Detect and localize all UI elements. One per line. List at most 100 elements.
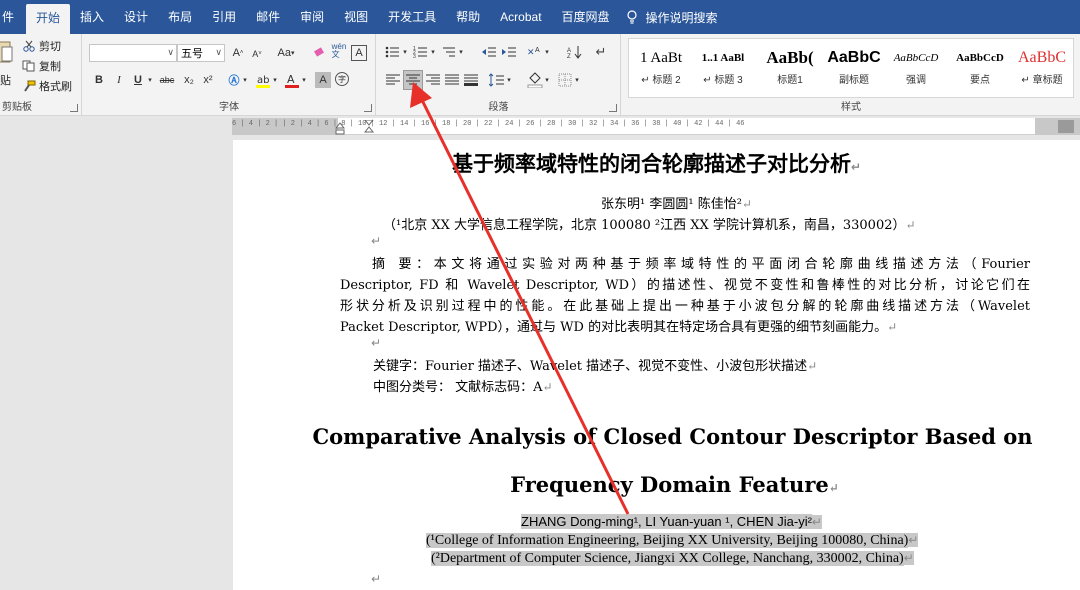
scissors-icon <box>23 40 35 52</box>
italic-button[interactable]: I <box>111 72 127 88</box>
text-effects-button[interactable]: Ⓐ <box>226 72 242 88</box>
ribbon-tab-bar: 件 开始 插入 设计 布局 引用 邮件 审阅 视图 开发工具 帮助 Acroba… <box>0 0 1080 34</box>
highlight-button[interactable]: ab <box>255 72 271 88</box>
font-group-label: 字体 <box>219 102 239 113</box>
show-marks-button[interactable]: ↵ <box>593 44 609 60</box>
tab-developer[interactable]: 开发工具 <box>378 0 446 34</box>
grow-font-button[interactable]: A ˄ <box>230 45 246 61</box>
multilevel-dropdown[interactable]: ▾ <box>457 44 465 60</box>
right-indent-marker[interactable] <box>1058 120 1074 133</box>
char-shading-icon: A <box>319 74 327 86</box>
borders-dropdown[interactable]: ▾ <box>573 72 581 88</box>
underline-button[interactable]: U <box>130 72 146 88</box>
tab-baidu-netdisk[interactable]: 百度网盘 <box>552 0 620 34</box>
chinese-layout-button[interactable]: ✕ A <box>527 44 543 60</box>
text-effects-dropdown[interactable]: ▾ <box>241 72 249 88</box>
multilevel-list-button[interactable] <box>441 44 457 60</box>
tab-insert[interactable]: 插入 <box>70 0 114 34</box>
numbering-icon: 123 <box>413 46 427 59</box>
clipboard-launcher[interactable] <box>70 104 78 112</box>
line-spacing-button[interactable] <box>489 72 505 88</box>
clear-format-button[interactable] <box>311 45 327 61</box>
line-spacing-dropdown[interactable]: ▾ <box>505 72 513 88</box>
document-page[interactable]: 基于频率域特性的闭合轮廓描述子对比分析↵ 张东明¹ 李圆圆¹ 陈佳怡²↵ （¹北… <box>233 140 1080 590</box>
chinese-layout-dropdown[interactable]: ▾ <box>543 44 551 60</box>
phonetic-guide-button[interactable]: wén 文 <box>331 43 347 59</box>
distributed-icon <box>464 74 478 86</box>
style-emphasis[interactable]: AaBbCcD 强调 <box>885 45 947 93</box>
bullets-dropdown[interactable]: ▾ <box>401 44 409 60</box>
numbering-button[interactable]: 123 <box>413 44 429 60</box>
indent-marker-icon[interactable] <box>364 120 374 135</box>
shrink-font-button[interactable]: A ˅ <box>249 46 265 62</box>
chevron-down-icon: ∨ <box>215 47 222 57</box>
style-heading-2[interactable]: 1 AaBt ↵ 标题 2 <box>631 45 691 93</box>
tab-file[interactable]: 件 <box>0 0 26 34</box>
paragraph-mark: ↵ <box>905 218 916 232</box>
superscript-button[interactable]: x² <box>200 72 216 88</box>
subscript-button[interactable]: x₂ <box>181 72 197 88</box>
decrease-indent-button[interactable] <box>481 44 497 60</box>
sort-button[interactable]: AZ <box>567 44 583 60</box>
empty-paragraph-mark: ↵ <box>371 234 382 248</box>
font-color-dropdown[interactable]: ▾ <box>300 72 308 88</box>
paste-button[interactable] <box>0 38 14 66</box>
align-right-button[interactable] <box>425 72 441 88</box>
tab-home[interactable]: 开始 <box>26 4 71 34</box>
title-en-line-2-text: Frequency Domain Feature <box>510 472 829 497</box>
distributed-button[interactable] <box>463 72 479 88</box>
underline-dropdown[interactable]: ▾ <box>146 72 154 88</box>
increase-indent-button[interactable] <box>501 44 517 60</box>
style-sample: 1 AaBt <box>639 50 683 66</box>
char-border-button[interactable]: A <box>351 45 367 61</box>
title-en-line-2: Frequency Domain Feature↵ <box>233 472 1080 497</box>
style-strong[interactable]: AaBbCcD 要点 <box>949 45 1011 93</box>
numbering-dropdown[interactable]: ▾ <box>429 44 437 60</box>
style-heading-3[interactable]: 1..1 AaBl ↵ 标题 3 <box>693 45 753 93</box>
enclose-char-button[interactable]: 字 <box>335 72 349 86</box>
classification-text: 中图分类号： 文献标志码：A <box>373 380 543 395</box>
borders-button[interactable] <box>557 72 573 88</box>
font-size-combo[interactable]: 五号 ∨ <box>177 44 225 62</box>
format-painter-button[interactable]: 格式刷 <box>22 78 72 94</box>
left-indent-marker-icon[interactable] <box>335 122 345 135</box>
highlighter-icon: ab <box>256 75 270 88</box>
char-shading-button[interactable]: A <box>315 72 331 88</box>
highlight-dropdown[interactable]: ▾ <box>271 72 279 88</box>
strikethrough-button[interactable]: abc <box>157 72 177 88</box>
authors-en: ZHANG Dong-ming¹, LI Yuan-yuan ¹, CHEN J… <box>521 514 822 529</box>
tab-help[interactable]: 帮助 <box>446 0 490 34</box>
svg-text:A: A <box>535 47 540 54</box>
bullets-button[interactable] <box>385 44 401 60</box>
font-launcher[interactable] <box>364 104 372 112</box>
copy-button[interactable]: 复制 <box>22 58 61 74</box>
style-subtitle[interactable]: AaBbC 副标题 <box>823 45 885 93</box>
keywords-text: 关键字：Fourier 描述子、Wavelet 描述子、视觉不变性、小波包形状描… <box>373 359 808 374</box>
tab-layout[interactable]: 布局 <box>158 0 202 34</box>
tab-acrobat[interactable]: Acrobat <box>490 0 551 34</box>
tab-review[interactable]: 审阅 <box>290 0 334 34</box>
multilevel-list-icon <box>443 47 455 57</box>
shading-dropdown[interactable]: ▾ <box>543 72 551 88</box>
cut-button[interactable]: 剪切 <box>22 38 61 54</box>
style-heading-1[interactable]: AaBb( 标题1 <box>757 45 823 93</box>
horizontal-ruler[interactable]: 6 | 4 | 2 | | 2 | 4 | 6 | 8 | 10 | 12 | … <box>232 118 1080 135</box>
shading-button[interactable] <box>527 72 543 88</box>
justify-button[interactable] <box>444 72 460 88</box>
font-name-combo[interactable]: ∨ <box>89 44 177 62</box>
tab-view[interactable]: 视图 <box>334 0 378 34</box>
align-center-button[interactable] <box>403 70 423 90</box>
tab-mailings[interactable]: 邮件 <box>246 0 290 34</box>
align-left-button[interactable] <box>385 72 401 88</box>
grow-font-icon: A <box>232 47 240 59</box>
change-case-button[interactable]: Aa ▾ <box>274 45 298 61</box>
tab-references[interactable]: 引用 <box>202 0 246 34</box>
bold-button[interactable]: B <box>91 72 107 88</box>
style-chapter-title[interactable]: AaBbC ↵ 章标题 <box>1013 45 1071 93</box>
tell-me-search[interactable]: 操作说明搜索 <box>626 9 718 26</box>
tab-design[interactable]: 设计 <box>114 0 158 34</box>
paragraph-mark: ↵ <box>828 481 839 495</box>
paragraph-launcher[interactable] <box>609 104 617 112</box>
ribbon-home: 贴 剪切 复制 格式刷 剪贴板 ∨ 五号 ∨ A ˄ A ˅ Aa ▾ wén … <box>0 34 1080 116</box>
font-color-button[interactable]: A <box>284 72 300 88</box>
